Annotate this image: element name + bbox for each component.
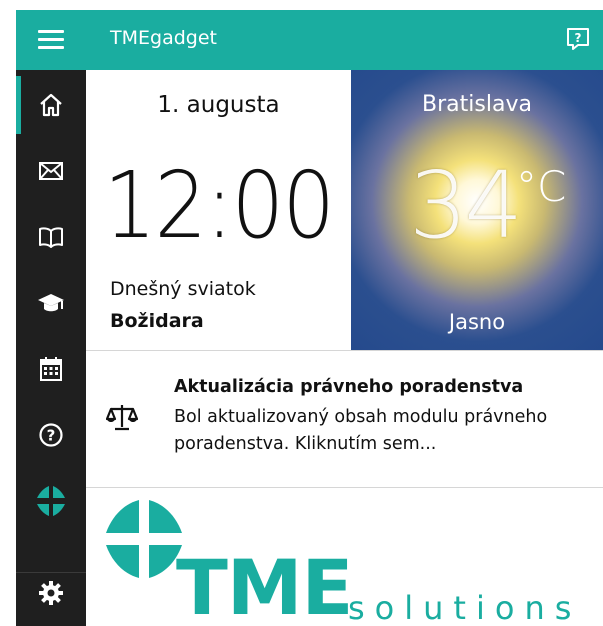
notification-item[interactable]: Aktualizácia právneho poradenstva Bol ak… [86, 350, 603, 488]
current-time: 12:00 [103, 152, 335, 259]
help-icon: ? [38, 422, 64, 448]
sidebar: ? [16, 70, 86, 626]
sidebar-item-book[interactable] [16, 204, 86, 270]
sidebar-item-tme[interactable] [16, 468, 86, 534]
hamburger-icon[interactable] [38, 30, 64, 50]
app-title: TMEgadget [110, 27, 217, 49]
main-content: 1. augusta 12:00 Dnešný sviatok Božidara… [86, 70, 603, 626]
holiday-label: Dnešný sviatok [110, 278, 256, 300]
feedback-icon[interactable]: ? [565, 26, 591, 52]
title-bar: TMEgadget ? [16, 10, 603, 70]
sidebar-item-education[interactable] [16, 270, 86, 336]
mail-icon [38, 160, 64, 182]
date-time-tile[interactable]: 1. augusta 12:00 Dnešný sviatok Božidara [86, 70, 351, 350]
notification-body: Bol aktualizovaný obsah modulu právneho … [174, 407, 548, 454]
weather-tile[interactable]: Bratislava 34 °C Jasno [351, 70, 603, 350]
tme-logo-icon [35, 485, 67, 517]
weather-temperature: 34 [409, 152, 523, 259]
home-icon [38, 92, 64, 118]
weather-city: Bratislava [422, 92, 532, 117]
notification-title: Aktualizácia právneho poradenstva [174, 377, 524, 397]
tme-solutions-logo: TME solutions [86, 488, 603, 626]
weather-unit: °C [516, 162, 567, 211]
holiday-name: Božidara [110, 310, 204, 332]
scales-icon [105, 402, 139, 432]
sidebar-item-settings[interactable] [16, 560, 86, 626]
calendar-icon [39, 356, 63, 382]
logo-brand-text: TME [176, 543, 353, 626]
svg-text:?: ? [47, 427, 56, 445]
svg-text:?: ? [575, 31, 582, 45]
weather-condition: Jasno [448, 310, 506, 334]
sidebar-item-home[interactable] [16, 72, 86, 138]
current-date: 1. augusta [157, 92, 280, 118]
sidebar-item-help[interactable]: ? [16, 402, 86, 468]
logo-sub-text: solutions [348, 589, 582, 626]
gear-icon [38, 580, 64, 606]
sidebar-item-calendar[interactable] [16, 336, 86, 402]
book-icon [38, 226, 64, 248]
graduation-cap-icon [37, 292, 65, 314]
sidebar-item-mail[interactable] [16, 138, 86, 204]
tme-logo-mark [106, 500, 182, 578]
